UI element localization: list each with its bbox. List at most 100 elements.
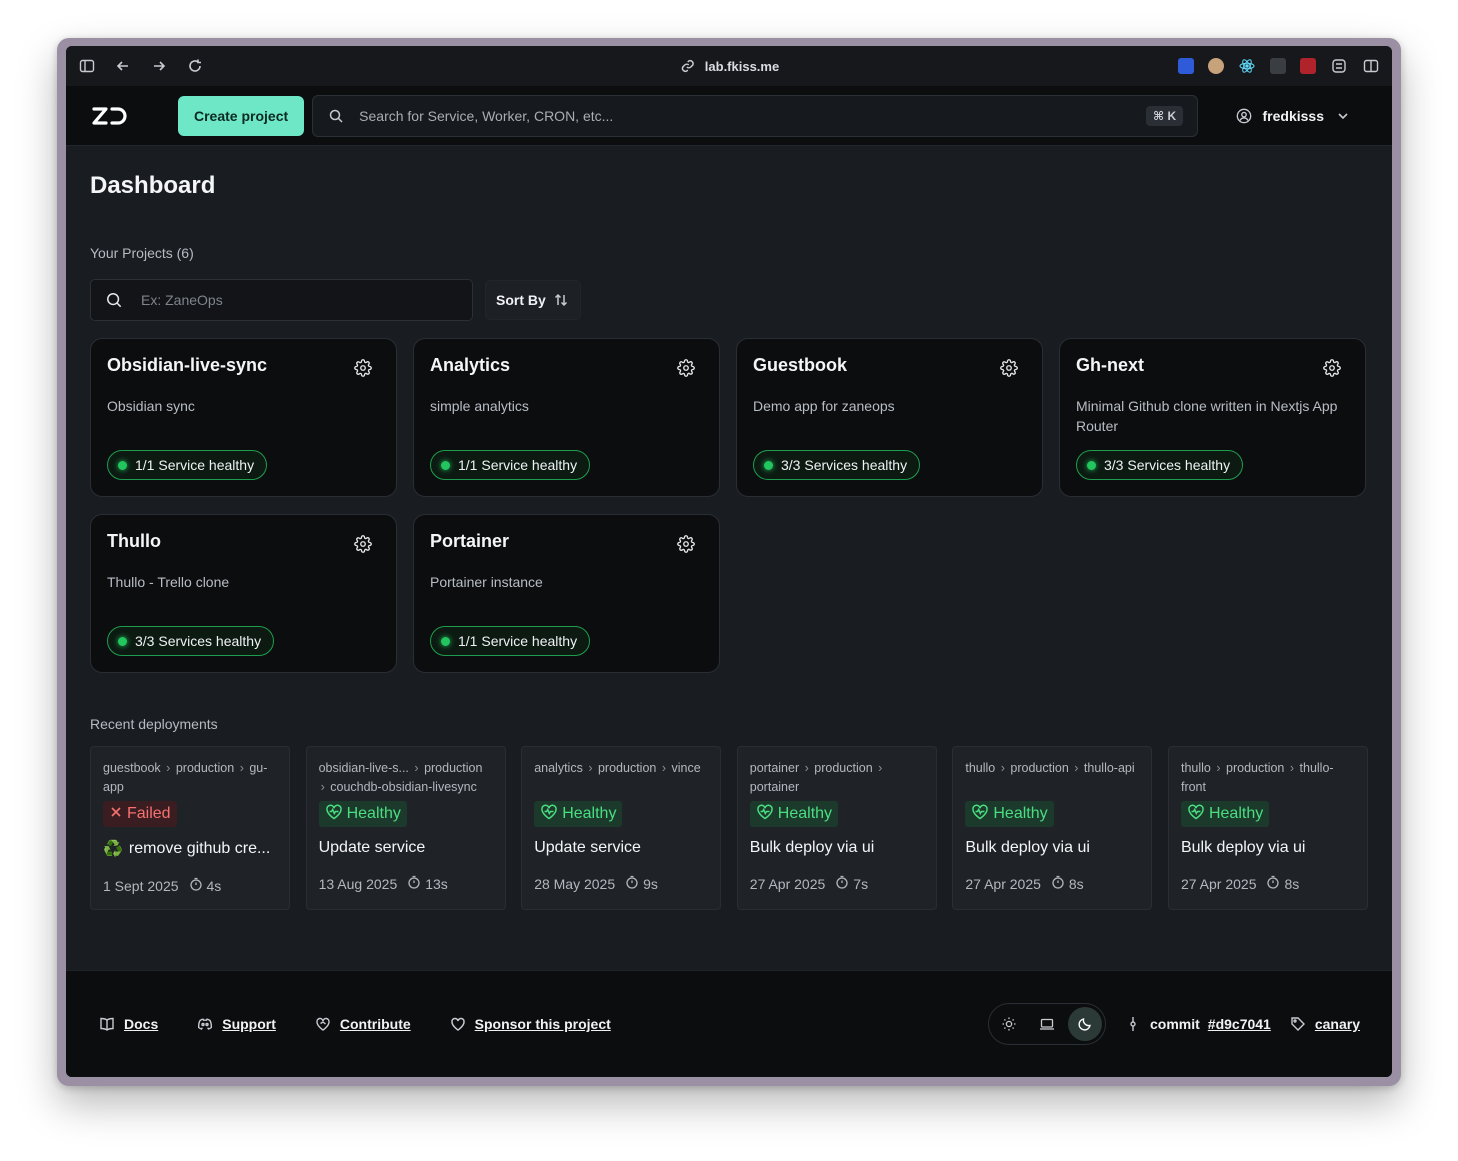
channel-link[interactable]: canary	[1315, 1016, 1360, 1032]
deployment-status-text: Healthy	[993, 805, 1048, 822]
breadcrumb-service[interactable]: thullo-api	[1084, 761, 1135, 775]
status-dot-icon	[1087, 460, 1096, 470]
gear-icon[interactable]	[677, 359, 695, 382]
link-icon	[679, 57, 697, 75]
contribute-link[interactable]: Contribute	[314, 1015, 411, 1033]
ublock-extension-icon[interactable]	[1300, 58, 1316, 74]
project-name[interactable]: Analytics	[430, 355, 703, 376]
docs-link[interactable]: Docs	[98, 1015, 158, 1033]
deployment-breadcrumb: guestbook › production › gu-app	[103, 761, 268, 794]
global-search-input[interactable]: Search for Service, Worker, CRON, etc...…	[312, 94, 1199, 137]
deployment-date: 13 Aug 2025	[318, 875, 398, 892]
deployment-card[interactable]: portainer › production › portainer Health…	[736, 746, 937, 910]
project-name[interactable]: Portainer	[430, 531, 703, 552]
timer-icon	[1266, 875, 1280, 892]
browser-toolbar: lab.fkiss.me	[66, 46, 1392, 86]
breadcrumb-service[interactable]: vince	[671, 761, 700, 775]
avatar-extension-icon[interactable]	[1208, 58, 1224, 74]
project-name[interactable]: Guestbook	[753, 355, 1026, 376]
project-name[interactable]: Gh-next	[1076, 355, 1349, 376]
forward-arrow-icon[interactable]	[150, 57, 168, 75]
react-devtools-icon[interactable]	[1238, 57, 1256, 75]
book-icon	[98, 1015, 116, 1033]
breadcrumb-environment[interactable]: production	[814, 761, 872, 775]
deployment-duration: 8s	[1284, 875, 1300, 892]
deployment-card[interactable]: thullo › production › thullo-api Healthy B…	[952, 746, 1153, 910]
breadcrumb-project[interactable]: thullo	[965, 761, 995, 775]
status-dot-icon	[441, 636, 450, 646]
project-search-input[interactable]: Ex: ZaneOps	[90, 279, 473, 321]
project-status-badge: 1/1 Service healthy	[430, 626, 591, 656]
breadcrumb-environment[interactable]: production	[598, 761, 656, 775]
heart-pulse-icon	[540, 803, 558, 826]
bitwarden-extension-icon[interactable]	[1178, 58, 1194, 74]
project-description: Portainer instance	[430, 574, 543, 590]
heart-pulse-icon	[971, 803, 989, 826]
deployment-breadcrumb: thullo › production › thullo-front	[1180, 761, 1334, 794]
commit-label: commit	[1149, 1016, 1200, 1032]
breadcrumb-environment[interactable]: production	[1226, 761, 1284, 775]
gear-icon[interactable]	[354, 359, 372, 382]
breadcrumb-environment[interactable]: production	[1010, 761, 1068, 775]
breadcrumb-project[interactable]: thullo	[1181, 761, 1211, 775]
support-link-label: Support	[222, 1016, 276, 1032]
address-bar[interactable]: lab.fkiss.me	[679, 57, 779, 75]
create-project-button[interactable]: Create project	[178, 95, 305, 136]
project-card[interactable]: Portainer Portainer instance 1/1 Service h…	[413, 514, 720, 673]
deployment-status-badge: Healthy	[749, 801, 839, 827]
breadcrumb-service[interactable]: couchdb-obsidian-livesync	[330, 780, 477, 794]
gear-icon[interactable]	[1000, 359, 1018, 382]
breadcrumb-environment[interactable]: production	[424, 761, 482, 775]
support-link[interactable]: Support	[196, 1015, 276, 1033]
heart-icon	[449, 1015, 467, 1033]
x-icon	[109, 805, 123, 824]
deployment-card[interactable]: thullo › production › thullo-front Health…	[1167, 746, 1368, 910]
deployment-card[interactable]: obsidian-live-s... › production › couchd…	[305, 746, 506, 910]
sort-by-button[interactable]: Sort By	[485, 280, 581, 320]
project-status-badge: 1/1 Service healthy	[430, 450, 591, 480]
project-card[interactable]: Thullo Thullo - Trello clone 3/3 Services …	[90, 514, 397, 673]
project-status-text: 3/3 Services healthy	[781, 457, 908, 473]
dark-theme-moon-icon[interactable]	[1067, 1007, 1102, 1041]
user-menu[interactable]: fredkisss	[1235, 107, 1352, 125]
reload-icon[interactable]	[186, 57, 204, 75]
timer-icon	[625, 875, 639, 892]
gear-icon[interactable]	[1323, 359, 1341, 382]
breadcrumb-project[interactable]: analytics	[534, 761, 583, 775]
project-card[interactable]: Obsidian-live-sync Obsidian sync 1/1 Servi…	[90, 338, 397, 497]
commit-hash-link[interactable]: #d9c7041	[1208, 1016, 1271, 1032]
project-name[interactable]: Thullo	[107, 531, 380, 552]
main-content: Dashboard Your Projects (6) Ex: ZaneOps …	[66, 172, 1392, 910]
project-card[interactable]: Gh-next Minimal Github clone written in N…	[1059, 338, 1366, 497]
gear-icon[interactable]	[354, 535, 372, 558]
project-card[interactable]: Guestbook Demo app for zaneops 3/3 Service…	[736, 338, 1043, 497]
extensions-icon[interactable]	[1330, 57, 1348, 75]
project-name[interactable]: Obsidian-live-sync	[107, 355, 380, 376]
breadcrumb-service[interactable]: portainer	[750, 780, 799, 794]
breadcrumb-project[interactable]: guestbook	[103, 761, 161, 775]
breadcrumb-environment[interactable]: production	[176, 761, 234, 775]
status-dot-icon	[118, 636, 127, 646]
deployment-message: Bulk deploy via ui	[750, 839, 924, 857]
deployment-date: 28 May 2025	[534, 875, 616, 892]
sidebar-toggle-icon[interactable]	[78, 57, 96, 75]
light-theme-sun-icon[interactable]	[992, 1007, 1026, 1041]
zaneops-logo-icon[interactable]	[90, 104, 130, 128]
git-commit-icon	[1124, 1015, 1142, 1033]
split-view-icon[interactable]	[1362, 57, 1380, 75]
deployment-card[interactable]: guestbook › production › gu-app Failed ♻️ r…	[90, 746, 290, 910]
deployment-message-text: Update service	[534, 839, 641, 856]
deployment-card[interactable]: analytics › production › vince Healthy Upd…	[521, 746, 722, 910]
back-arrow-icon[interactable]	[114, 57, 132, 75]
project-description: Minimal Github clone written in Nextjs A…	[1076, 398, 1338, 434]
breadcrumb-project[interactable]: portainer	[750, 761, 799, 775]
system-theme-laptop-icon[interactable]	[1030, 1007, 1064, 1041]
project-status-badge: 1/1 Service healthy	[107, 450, 268, 480]
gear-icon[interactable]	[677, 535, 695, 558]
project-card[interactable]: Analytics simple analytics 1/1 Service hea…	[413, 338, 720, 497]
extension-icon[interactable]	[1270, 58, 1286, 74]
breadcrumb-project[interactable]: obsidian-live-s...	[319, 761, 409, 775]
project-status-badge: 3/3 Services healthy	[753, 450, 921, 480]
sponsor-link[interactable]: Sponsor this project	[449, 1015, 611, 1033]
project-description: Obsidian sync	[107, 398, 195, 414]
